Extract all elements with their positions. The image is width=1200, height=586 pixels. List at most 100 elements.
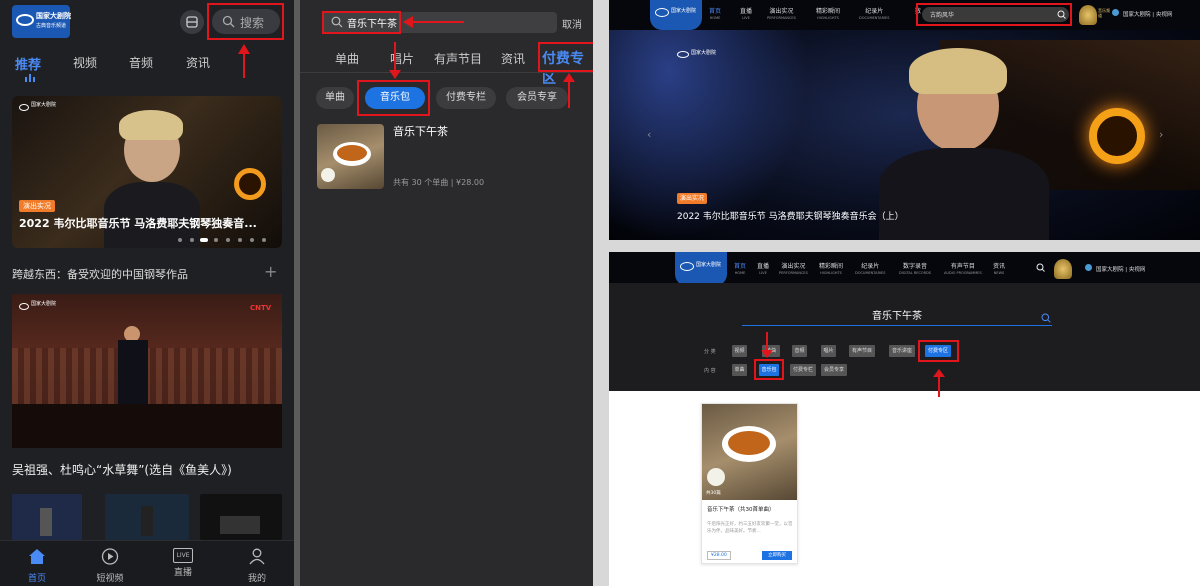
- result-cover-image: 共30篇: [702, 404, 797, 500]
- filter-audio[interactable]: 音频: [792, 345, 807, 357]
- tab-recommend[interactable]: 推荐: [15, 54, 41, 73]
- content-label: 内 容: [704, 368, 716, 374]
- site-logo[interactable]: 国家大剧院: [650, 0, 702, 30]
- home-icon: [29, 549, 45, 564]
- content-paid-column[interactable]: 付费专栏: [790, 364, 816, 376]
- carousel-dot[interactable]: [250, 238, 254, 242]
- globe-icon[interactable]: [1112, 9, 1119, 16]
- nav-documentaries[interactable]: 纪录片 DOCUMENTARIES: [859, 8, 889, 22]
- result-title[interactable]: 音乐下午茶: [393, 123, 448, 139]
- play-circle-icon: [101, 548, 119, 565]
- carousel-dot[interactable]: [190, 238, 194, 242]
- hero-banner[interactable]: 国家大剧院 ‹ › 演出实况 2022 韦尔比耶音乐节 马洛费耶夫钢琴独奏音乐会…: [609, 30, 1200, 240]
- nav-performances[interactable]: 演出实况 PERFORMANCES: [779, 263, 808, 277]
- add-icon[interactable]: +: [264, 262, 277, 281]
- banner-title: 2022 韦尔比耶音乐节 马洛费耶夫钢琴独奏音乐会（上）: [677, 212, 904, 222]
- carousel-dot[interactable]: [226, 238, 230, 242]
- highlight-box: [357, 80, 430, 116]
- tab-single[interactable]: 单曲: [335, 50, 359, 67]
- highlight-box: [918, 340, 959, 362]
- annotation-arrow: [938, 376, 940, 397]
- performer-hair: [119, 110, 183, 140]
- thumbnail-2[interactable]: [105, 494, 189, 540]
- scan-icon: [186, 16, 198, 28]
- nav-highlights[interactable]: 精彩瞬间 HIGHLIGHTS: [816, 8, 840, 22]
- section-title: 跨越东西：备受欢迎的中国钢琴作品: [12, 268, 188, 281]
- mobile-search-screen: 音乐下午茶 取消 单曲 唱片 有声节目 资讯 付费专区 单曲 音乐包 付费专栏 …: [300, 0, 593, 586]
- nav-documentaries[interactable]: 纪录片 DOCUMENTARIES: [855, 263, 885, 277]
- content-single[interactable]: 单曲: [732, 364, 747, 376]
- app-logo[interactable]: 国家大剧院 古典音乐频道: [12, 5, 71, 38]
- tab-audio[interactable]: 音频: [129, 54, 153, 71]
- site-logo[interactable]: 国家大剧院: [675, 252, 727, 286]
- nav-live[interactable]: LIVE 直播: [160, 548, 206, 578]
- search-icon[interactable]: [1036, 263, 1045, 272]
- next-arrow-icon[interactable]: ›: [1159, 128, 1163, 141]
- nav-profile[interactable]: 我的: [234, 548, 280, 584]
- filter-album[interactable]: 唱片: [821, 345, 836, 357]
- result-cover-image[interactable]: [317, 124, 384, 189]
- channel-watermark: CNTV: [250, 304, 272, 312]
- chip-paid-column[interactable]: 付费专栏: [436, 87, 496, 109]
- award-badge-icon: [1054, 259, 1072, 279]
- prev-arrow-icon[interactable]: ‹: [647, 128, 651, 141]
- conductor-body: [118, 340, 148, 406]
- thumbnail-1[interactable]: [12, 494, 82, 540]
- card-price: ¥28.00: [707, 551, 731, 560]
- tab-news[interactable]: 资讯: [501, 50, 525, 67]
- arrow-head-icon: [933, 369, 945, 377]
- separator: [609, 240, 1200, 252]
- nav-digital-records[interactable]: 数字录音 DIGITAL RECORDS: [899, 263, 931, 277]
- stage-floor: [12, 404, 282, 448]
- cancel-button[interactable]: 取消: [562, 16, 582, 31]
- video-title[interactable]: 吴祖强、杜鸣心“水草舞”(选自《鱼美人》): [12, 461, 232, 478]
- nav-performances[interactable]: 演出实况 PERFORMANCES: [767, 8, 796, 22]
- nav-news[interactable]: 资讯 NEWS: [993, 263, 1005, 277]
- nav-short-video[interactable]: 短视频: [87, 548, 133, 584]
- banner-badge: 演出实况: [677, 193, 708, 204]
- performer-hair: [909, 48, 1007, 94]
- filter-music-lecture[interactable]: 音乐讲座: [889, 345, 915, 357]
- thumbnail-3[interactable]: [200, 494, 282, 540]
- desktop-search-screen: 国家大剧院 首页 HOME 直播 LIVE 演出实况 PERFORMANCES 精彩瞬…: [609, 252, 1200, 586]
- card-description: 午后阳光正好，约三五好友欢聚一堂，以音乐为伴，品味美好。节奏...: [707, 522, 793, 534]
- site-links[interactable]: 国家大剧院 | 央视网: [1123, 10, 1172, 18]
- nav-highlights[interactable]: 精彩瞬间 HIGHLIGHTS: [819, 263, 843, 277]
- carousel-dot[interactable]: [238, 238, 242, 242]
- nav-live[interactable]: 直播 LIVE: [757, 263, 769, 277]
- site-links[interactable]: 国家大剧院 | 央视网: [1096, 265, 1145, 273]
- carousel-dot[interactable]: [178, 238, 182, 242]
- award-badge-icon: [1079, 5, 1097, 25]
- search-icon[interactable]: [1041, 313, 1051, 323]
- tab-audio-program[interactable]: 有声节目: [434, 50, 482, 67]
- nav-home[interactable]: 首页 HOME: [709, 8, 721, 22]
- search-query[interactable]: 音乐下午茶: [872, 307, 922, 322]
- chip-single[interactable]: 单曲: [316, 87, 354, 109]
- filter-audio-program[interactable]: 有声节目: [849, 345, 875, 357]
- carousel-dot-active[interactable]: [200, 238, 208, 242]
- result-card[interactable]: 共30篇 音乐下午茶（共30首单曲） 午后阳光正好，约三五好友欢聚一堂，以音乐为…: [701, 403, 798, 564]
- award-text: 音乐频道: [1098, 8, 1110, 18]
- tab-video[interactable]: 视频: [73, 54, 97, 71]
- content-member-exclusive[interactable]: 会员专享: [821, 364, 847, 376]
- arrow-head-icon: [238, 44, 250, 54]
- search-underline: [742, 325, 1052, 326]
- tab-news[interactable]: 资讯: [186, 54, 210, 71]
- filter-video[interactable]: 视频: [732, 345, 747, 357]
- nav-home[interactable]: 首页 HOME: [734, 263, 746, 277]
- globe-icon[interactable]: [1085, 264, 1092, 271]
- concert-video-thumbnail[interactable]: CNTV 国家大剧院: [12, 294, 282, 448]
- nav-live[interactable]: 直播 LIVE: [740, 8, 752, 22]
- scan-button[interactable]: [180, 10, 204, 34]
- hero-banner[interactable]: 国家大剧院 演出实况 2022 韦尔比耶音乐节 马洛费耶夫钢琴独奏音...: [12, 96, 282, 248]
- buy-now-button[interactable]: 立即购买: [762, 551, 792, 560]
- chip-member-exclusive[interactable]: 会员专享: [506, 87, 568, 109]
- carousel-dot[interactable]: [262, 238, 266, 242]
- nav-home[interactable]: 首页: [14, 548, 60, 584]
- video-logo: 国家大剧院: [19, 301, 56, 315]
- carousel-dot[interactable]: [214, 238, 218, 242]
- search-filter-area: [609, 283, 1200, 391]
- nav-audio-programmes[interactable]: 有声节目 AUDIO PROGRAMMES: [944, 263, 982, 277]
- result-meta: 共有 30 个单曲 | ¥28.00: [393, 178, 485, 187]
- separator: [593, 0, 609, 586]
